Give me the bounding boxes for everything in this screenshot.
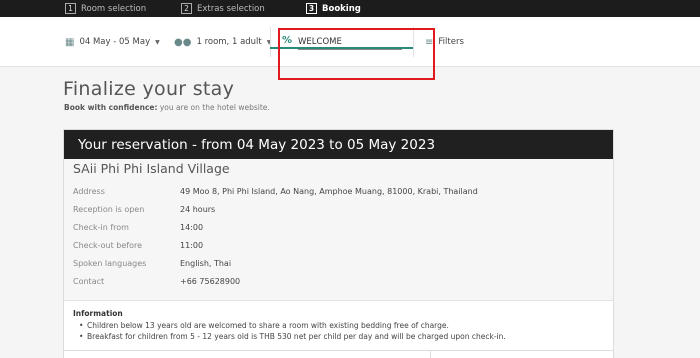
guest-selector[interactable]: ●● 1 room, 1 adult ▼ <box>174 35 271 49</box>
booking-steps: 1 Room selection 2 Extras selection 3 Bo… <box>0 0 700 17</box>
hotel-name: SAii Phi Phi Island Village <box>73 161 230 176</box>
detail-key: Spoken languages <box>73 258 147 268</box>
reservation-card: Your reservation - from 04 May 2023 to 0… <box>63 129 614 358</box>
chevron-down-icon: ▼ <box>155 38 160 46</box>
subtitle-text: you are on the hotel website. <box>157 103 270 112</box>
detail-key: Check-in from <box>73 222 129 232</box>
highlight-box <box>278 28 435 80</box>
step-extras-selection[interactable]: 2 Extras selection <box>181 3 265 14</box>
step-label: Booking <box>322 3 361 14</box>
subtitle-bold: Book with confidence: <box>64 103 158 112</box>
list-item: Children below 13 years old are welcomed… <box>79 320 604 331</box>
information-list: Children below 13 years old are welcomed… <box>73 320 604 342</box>
detail-value: 49 Moo 8, Phi Phi Island, Ao Nang, Ampho… <box>180 186 478 196</box>
people-icon: ●● <box>174 36 192 48</box>
page-title: Finalize your stay <box>63 78 235 100</box>
step-label: Room selection <box>81 3 147 14</box>
calendar-icon: ▦ <box>65 36 75 48</box>
step-number: 3 <box>306 3 317 14</box>
step-label: Extras selection <box>197 3 265 14</box>
date-selector[interactable]: ▦ 04 May - 05 May ▼ <box>65 35 160 49</box>
step-room-selection[interactable]: 1 Room selection <box>65 3 146 14</box>
detail-key: Reception is open <box>73 204 145 214</box>
divider <box>430 351 431 358</box>
information-title: Information <box>73 309 123 318</box>
detail-row-address: Address 49 Moo 8, Phi Phi Island, Ao Nang… <box>73 182 478 200</box>
detail-row-reception: Reception is open 24 hours <box>73 200 478 218</box>
step-number: 2 <box>181 3 192 14</box>
filters-label: Filters <box>438 37 464 47</box>
detail-row-checkin: Check-in from 14:00 <box>73 218 478 236</box>
page-subtitle: Book with confidence: you are on the hot… <box>64 103 270 112</box>
detail-row-checkout: Check-out before 11:00 <box>73 236 478 254</box>
detail-row-languages: Spoken languages English, Thai <box>73 254 478 272</box>
detail-value: +66 75628900 <box>180 276 241 286</box>
guests-label: 1 room, 1 adult <box>196 37 262 47</box>
detail-key: Check-out before <box>73 240 143 250</box>
step-booking: 3 Booking <box>306 3 361 14</box>
hotel-details: Address 49 Moo 8, Phi Phi Island, Ao Nang… <box>73 182 478 290</box>
reservation-header: Your reservation - from 04 May 2023 to 0… <box>64 130 613 159</box>
detail-value: 11:00 <box>180 240 204 250</box>
date-range-label: 04 May - 05 May <box>79 37 151 47</box>
step-number: 1 <box>65 3 76 14</box>
divider <box>270 27 271 57</box>
detail-key: Contact <box>73 276 105 286</box>
detail-key: Address <box>73 186 105 196</box>
detail-value: 24 hours <box>180 204 216 214</box>
divider <box>63 350 614 351</box>
detail-row-contact: Contact +66 75628900 <box>73 272 478 290</box>
detail-value: 14:00 <box>180 222 204 232</box>
detail-value: English, Thai <box>180 258 232 268</box>
list-item: Breakfast for children from 5 - 12 years… <box>79 331 604 342</box>
